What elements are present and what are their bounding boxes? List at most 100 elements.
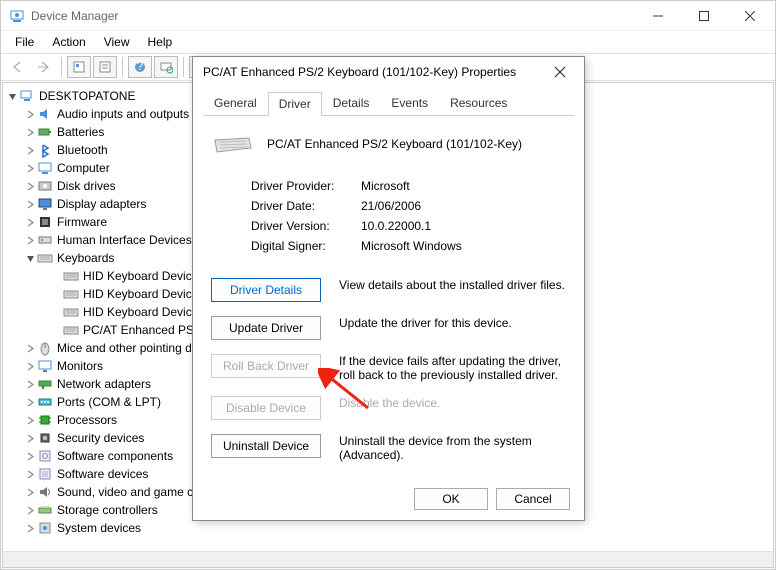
driver-details-button[interactable]: Driver Details <box>211 278 321 302</box>
firmware-icon <box>37 214 53 230</box>
keyboard-icon <box>63 322 79 338</box>
cancel-button[interactable]: Cancel <box>496 488 570 510</box>
expander-icon[interactable] <box>23 452 37 461</box>
keyboard-icon <box>63 286 79 302</box>
computer-icon <box>19 88 35 104</box>
uninstall-device-button[interactable]: Uninstall Device <box>211 434 321 458</box>
tree-label: Display adapters <box>57 197 146 211</box>
ok-button[interactable]: OK <box>414 488 488 510</box>
expander-icon[interactable] <box>23 146 37 155</box>
tree-label: Audio inputs and outputs <box>57 107 189 121</box>
date-label: Driver Date: <box>251 199 361 213</box>
date-value: 21/06/2006 <box>361 199 421 213</box>
expander-icon[interactable] <box>23 524 37 533</box>
storage-icon <box>37 502 53 518</box>
expander-icon[interactable] <box>23 182 37 191</box>
tree-label: HID Keyboard Device <box>83 287 198 301</box>
expander-icon[interactable] <box>23 236 37 245</box>
svg-text:?: ? <box>137 60 144 73</box>
keyboard-icon <box>211 132 253 156</box>
device-name: PC/AT Enhanced PS/2 Keyboard (101/102-Ke… <box>267 137 522 151</box>
keyboard-icon <box>63 268 79 284</box>
audio-icon <box>37 106 53 122</box>
tree-label: Security devices <box>57 431 144 445</box>
expander-icon[interactable] <box>5 92 19 101</box>
tree-label: Firmware <box>57 215 107 229</box>
expander-icon[interactable] <box>23 470 37 479</box>
expander-icon[interactable] <box>23 416 37 425</box>
tree-node[interactable]: System devices <box>5 519 771 537</box>
update-driver-button[interactable]: Update Driver <box>211 316 321 340</box>
tab-resources[interactable]: Resources <box>439 91 518 115</box>
tree-label: Disk drives <box>57 179 116 193</box>
expander-icon[interactable] <box>23 254 37 263</box>
tree-label: HID Keyboard Device <box>83 305 198 319</box>
expander-icon[interactable] <box>23 380 37 389</box>
display-icon <box>37 196 53 212</box>
roll-back-driver-button[interactable]: Roll Back Driver <box>211 354 321 378</box>
expander-icon[interactable] <box>23 434 37 443</box>
expander-icon[interactable] <box>23 218 37 227</box>
maximize-button[interactable] <box>681 1 727 31</box>
expander-icon[interactable] <box>23 362 37 371</box>
expander-icon[interactable] <box>23 164 37 173</box>
dialog-tabs: General Driver Details Events Resources <box>203 91 574 116</box>
expander-icon[interactable] <box>23 488 37 497</box>
menu-file[interactable]: File <box>7 33 42 51</box>
disk-icon <box>37 178 53 194</box>
port-icon <box>37 394 53 410</box>
tree-label: Software components <box>57 449 173 463</box>
update-driver-desc: Update the driver for this device. <box>339 316 566 330</box>
tab-events[interactable]: Events <box>380 91 439 115</box>
dialog-titlebar: PC/AT Enhanced PS/2 Keyboard (101/102-Ke… <box>193 57 584 87</box>
menu-action[interactable]: Action <box>44 33 93 51</box>
toolbar-scan-icon[interactable] <box>154 56 178 78</box>
window-title: Device Manager <box>31 9 635 23</box>
back-button[interactable] <box>6 56 30 78</box>
signer-value: Microsoft Windows <box>361 239 462 253</box>
version-value: 10.0.22000.1 <box>361 219 431 233</box>
battery-icon <box>37 124 53 140</box>
minimize-button[interactable] <box>635 1 681 31</box>
tree-label: Storage controllers <box>57 503 158 517</box>
expander-icon[interactable] <box>23 506 37 515</box>
tree-label: HID Keyboard Device <box>83 269 198 283</box>
close-button[interactable] <box>727 1 773 31</box>
keyboard-icon <box>37 250 53 266</box>
uninstall-device-desc: Uninstall the device from the system (Ad… <box>339 434 566 462</box>
tab-general[interactable]: General <box>203 91 268 115</box>
menu-view[interactable]: View <box>96 33 138 51</box>
hid-icon <box>37 232 53 248</box>
roll-back-driver-desc: If the device fails after updating the d… <box>339 354 566 382</box>
signer-label: Digital Signer: <box>251 239 361 253</box>
tree-label: Keyboards <box>57 251 114 265</box>
tree-label: Batteries <box>57 125 104 139</box>
toolbar-action-icon[interactable] <box>67 56 91 78</box>
menu-help[interactable]: Help <box>140 33 181 51</box>
dialog-close-button[interactable] <box>546 66 574 78</box>
horizontal-scrollbar[interactable] <box>3 551 773 567</box>
dialog-body: PC/AT Enhanced PS/2 Keyboard (101/102-Ke… <box>193 116 584 478</box>
expander-icon[interactable] <box>23 398 37 407</box>
expander-icon[interactable] <box>23 110 37 119</box>
softdev-icon <box>37 466 53 482</box>
bluetooth-icon <box>37 142 53 158</box>
cpu-icon <box>37 412 53 428</box>
mouse-icon <box>37 340 53 356</box>
computer-icon <box>37 160 53 176</box>
softcomp-icon <box>37 448 53 464</box>
tree-label: Processors <box>57 413 117 427</box>
titlebar: Device Manager <box>1 1 775 31</box>
tab-driver[interactable]: Driver <box>268 92 322 116</box>
expander-icon[interactable] <box>23 128 37 137</box>
tree-label: DESKTOPATONE <box>39 89 135 103</box>
expander-icon[interactable] <box>23 200 37 209</box>
forward-button[interactable] <box>32 56 56 78</box>
tab-details[interactable]: Details <box>322 91 381 115</box>
toolbar-help-icon[interactable]: ? <box>128 56 152 78</box>
toolbar-properties-icon[interactable] <box>93 56 117 78</box>
dialog-footer: OK Cancel <box>193 478 584 520</box>
disable-device-button[interactable]: Disable Device <box>211 396 321 420</box>
version-label: Driver Version: <box>251 219 361 233</box>
expander-icon[interactable] <box>23 344 37 353</box>
